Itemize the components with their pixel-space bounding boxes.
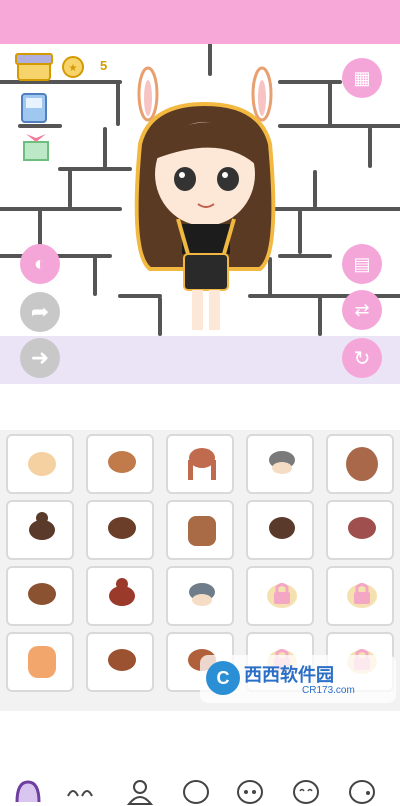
- floor-strip: [0, 336, 400, 384]
- grid-item-hair-locked-2[interactable]: [326, 566, 394, 626]
- reset-button[interactable]: ↻: [342, 338, 382, 378]
- grid-item-hair-short-3[interactable]: [86, 500, 154, 560]
- hair-bun-icon: [29, 512, 55, 540]
- shuffle-icon: ⇄: [354, 299, 370, 320]
- hair-short-pink-icon: [348, 517, 376, 539]
- menu-button[interactable]: ▦: [342, 58, 382, 98]
- save-button[interactable]: ▤: [342, 244, 382, 284]
- grid-item-hair-bun[interactable]: [6, 500, 74, 560]
- grid-item-hair-long-orange[interactable]: [6, 632, 74, 692]
- coin-icon: ★: [62, 56, 84, 83]
- lock-icon: [347, 583, 377, 608]
- grid-item-hair-top-knot[interactable]: [86, 566, 154, 626]
- eyebrows-tab-icon[interactable]: [66, 778, 94, 806]
- dressup-scene: [0, 44, 400, 336]
- palette-button[interactable]: ◐: [20, 244, 60, 284]
- coin-count: 5: [100, 58, 108, 73]
- grid-item-hair-short-grey[interactable]: [246, 434, 314, 494]
- gift-icon: [23, 134, 49, 161]
- hair-long-orange-icon: [28, 646, 56, 678]
- grid-icon: ▦: [353, 67, 371, 88]
- watermark-brand: 西西软件园: [244, 665, 334, 685]
- hair-short-2-icon: [108, 451, 136, 473]
- grid-item-hair-short-pink[interactable]: [326, 500, 394, 560]
- save-icon: ▤: [353, 253, 371, 274]
- grid-item-hair-short-grey-2[interactable]: [166, 566, 234, 626]
- refresh-icon: ↻: [353, 347, 371, 370]
- redo-arrow-icon: ➜: [30, 345, 50, 370]
- body-tab-icon[interactable]: [126, 778, 154, 806]
- grid-item-hair-short-2[interactable]: [86, 434, 154, 494]
- shop-icon: [15, 53, 53, 81]
- ear-tab-icon[interactable]: [348, 778, 376, 806]
- hair-short-4-icon: [108, 649, 136, 671]
- grid-item-hair-long-curly[interactable]: [326, 434, 394, 494]
- hair-braids-icon: [188, 448, 216, 480]
- hair-bob-icon: [269, 517, 295, 539]
- grid-item-hair-long-straight[interactable]: [166, 500, 234, 560]
- grid-item-hair-braids[interactable]: [166, 434, 234, 494]
- redo-button[interactable]: ➜: [20, 338, 60, 378]
- hair-side-part-icon: [28, 583, 56, 605]
- undo-arrow-icon: ➦: [30, 299, 50, 324]
- expression-tab-icon[interactable]: [292, 778, 320, 806]
- gift-button[interactable]: [20, 130, 52, 167]
- grid-item-hair-bob[interactable]: [246, 500, 314, 560]
- random-button[interactable]: ⇄: [342, 290, 382, 330]
- character-avatar: [134, 66, 276, 330]
- lock-icon: [267, 583, 297, 608]
- face-tab-icon[interactable]: [182, 778, 210, 806]
- hair-long-straight-icon: [188, 516, 216, 546]
- top-bar: [0, 0, 400, 44]
- watermark: C 西西软件园 CR173.com: [200, 655, 396, 703]
- watermark-url: CR173.com: [302, 685, 355, 696]
- hair-short-1-icon: [28, 452, 56, 476]
- svg-text:★: ★: [69, 63, 78, 74]
- undo-button[interactable]: ➦: [20, 292, 60, 332]
- grid-item-hair-short-4[interactable]: [86, 632, 154, 692]
- category-tab-row: [0, 384, 400, 805]
- hair-short-3-icon: [108, 517, 136, 539]
- hair-short-grey-2-icon: [189, 583, 215, 606]
- grid-item-hair-side-part[interactable]: [6, 566, 74, 626]
- hair-top-knot-icon: [109, 578, 135, 606]
- watermark-logo-icon: C: [206, 661, 240, 695]
- shop-button[interactable]: [14, 50, 54, 87]
- palette-icon: ◐: [33, 252, 47, 275]
- hair-tab-icon[interactable]: [14, 778, 42, 806]
- grid-item-hair-locked-1[interactable]: [246, 566, 314, 626]
- hair-long-curly-icon: [346, 447, 378, 481]
- gameboy-icon: [21, 93, 47, 123]
- hair-short-grey-icon: [269, 451, 295, 474]
- eyes-tab-icon[interactable]: [236, 778, 264, 806]
- grid-item-hair-short-1[interactable]: [6, 434, 74, 494]
- gallery-button[interactable]: [18, 92, 60, 129]
